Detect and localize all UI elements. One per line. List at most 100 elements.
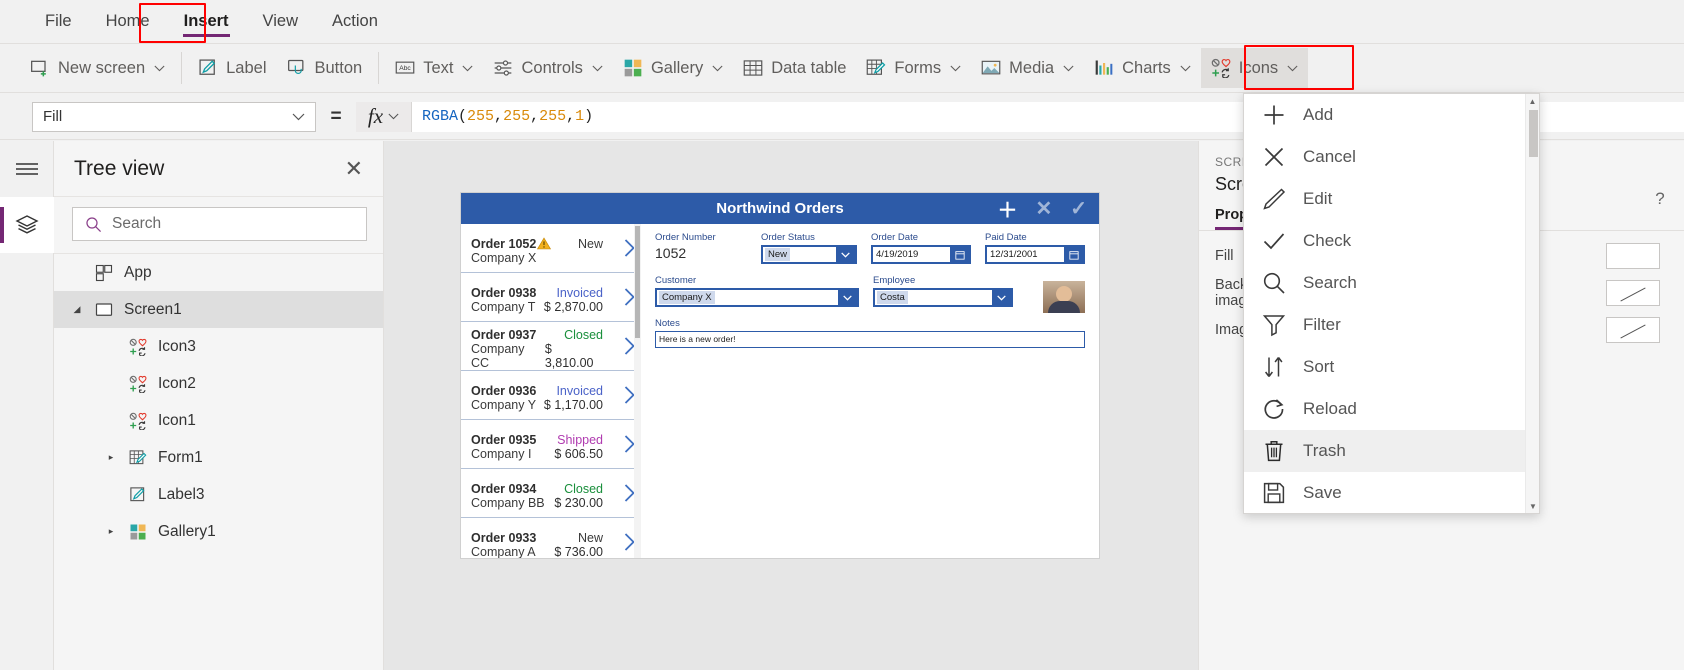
employee-avatar	[1043, 281, 1085, 313]
ribbon-button-charts[interactable]: Charts	[1084, 48, 1201, 88]
add-order-icon[interactable]: ＋	[997, 194, 1017, 223]
ribbon-button-media[interactable]: Media	[971, 48, 1084, 88]
tree-view-header: Tree view ✕	[54, 141, 383, 197]
menu-item-insert[interactable]: Insert	[167, 0, 246, 43]
icons-menu-item-label: Save	[1303, 483, 1342, 502]
ribbon-button-icons[interactable]: Icons	[1200, 48, 1309, 88]
tree-item-label: Icon1	[158, 411, 196, 429]
icons-menu-item-sort[interactable]: Sort	[1244, 346, 1527, 388]
chevron-down-icon	[712, 65, 723, 72]
tree-item-icon2[interactable]: Icon2	[54, 365, 383, 402]
tree-item-gallery1[interactable]: ▸ Gallery1	[54, 513, 383, 550]
calendar-icon[interactable]	[1064, 247, 1083, 262]
order-number: Order 0938	[471, 285, 537, 300]
gallery-scroll-thumb[interactable]	[635, 226, 640, 338]
order-date-input[interactable]: 4/19/2019	[871, 245, 971, 264]
icons-menu-item-filter[interactable]: Filter	[1244, 304, 1527, 346]
search-icon	[85, 216, 102, 233]
ribbon-button-data-table[interactable]: Data table	[733, 48, 856, 88]
tree-item-label: Label3	[158, 485, 205, 503]
calendar-icon[interactable]	[950, 247, 969, 262]
gallery-row[interactable]: Order 0933 New Company A $ 736.00	[461, 518, 641, 558]
property-select-value: Fill	[43, 108, 63, 125]
twisty-expanded-icon[interactable]: ◢	[70, 304, 84, 315]
ribbon-button-text[interactable]: Abc Text	[385, 48, 483, 88]
twisty-collapsed-icon[interactable]: ▸	[104, 526, 118, 537]
tree-item-label3[interactable]: Label3	[54, 476, 383, 513]
property-value-swatch[interactable]	[1606, 279, 1660, 306]
tree-view-panel: Tree view ✕ Search App ◢ Screen1 Icon3 Icon2…	[54, 141, 384, 670]
close-icon[interactable]: ✕	[345, 157, 363, 180]
icons-menu-item-search[interactable]: Search	[1244, 262, 1527, 304]
icons-menu-item-save[interactable]: Save	[1244, 472, 1527, 514]
ribbon-button-forms[interactable]: Forms	[856, 48, 971, 88]
gallery-row[interactable]: Order 0935 Shipped Company I $ 606.50	[461, 420, 641, 469]
icons-menu-item-check[interactable]: Check	[1244, 220, 1527, 262]
hamburger-menu-button[interactable]	[0, 141, 54, 197]
chevron-down-icon[interactable]	[836, 247, 855, 262]
ribbon-button-label[interactable]: Label	[188, 48, 276, 88]
customer-dropdown[interactable]: Company X	[655, 288, 859, 307]
tree-item-icon1[interactable]: Icon1	[54, 402, 383, 439]
hamburger-icon	[15, 161, 39, 177]
menu-item-action[interactable]: Action	[315, 0, 395, 43]
order-number: Order 0934	[471, 481, 537, 496]
order-number: Order 0937	[471, 327, 537, 342]
pencil-icon	[1261, 187, 1287, 211]
tree-item-screen1[interactable]: ◢ Screen1	[54, 291, 383, 328]
order-status: Closed	[564, 481, 603, 496]
menu-item-view[interactable]: View	[246, 0, 315, 43]
chevron-down-icon	[388, 113, 399, 120]
order-status-dropdown[interactable]: New	[761, 245, 857, 264]
rail-item-tree-view[interactable]	[0, 197, 54, 253]
layers-icon	[15, 213, 39, 237]
tree-item-icon3[interactable]: Icon3	[54, 328, 383, 365]
dropdown-scroll-thumb[interactable]	[1529, 110, 1538, 157]
help-icon[interactable]: ?	[1646, 185, 1674, 213]
twisty-collapsed-icon[interactable]: ▸	[104, 452, 118, 463]
confirm-order-icon[interactable]: ✓	[1070, 196, 1087, 221]
equals-sign: =	[330, 105, 342, 127]
dropdown-scrollbar[interactable]: ▲ ▼	[1525, 94, 1539, 513]
gallery-row[interactable]: Order 0936 Invoiced Company Y $ 1,170.00	[461, 371, 641, 420]
icons-menu-item-add[interactable]: Add	[1244, 94, 1527, 136]
icons-menu-item-label: Cancel	[1303, 147, 1356, 166]
tree-item-app[interactable]: App	[54, 254, 383, 291]
ribbon-button-label: Data table	[771, 58, 847, 77]
gallery-scrollbar[interactable]	[634, 224, 641, 558]
tree-item-form1[interactable]: ▸ Form1	[54, 439, 383, 476]
property-select[interactable]: Fill	[32, 101, 316, 132]
ribbon-button-controls[interactable]: Controls	[483, 48, 612, 88]
menu-item-file[interactable]: File	[28, 0, 89, 43]
order-status: New	[577, 530, 603, 545]
notes-input[interactable]: Here is a new order!	[655, 331, 1085, 348]
gallery-row[interactable]: Order 0937 Closed Company CC $ 3,810.00	[461, 322, 641, 371]
icons-menu-item-trash[interactable]: Trash	[1244, 430, 1527, 472]
chevron-down-icon[interactable]	[838, 290, 857, 305]
chevron-down-icon[interactable]	[992, 290, 1011, 305]
scroll-up-icon[interactable]: ▲	[1526, 94, 1539, 108]
menu-item-home[interactable]: Home	[89, 0, 167, 43]
formula-token: ,	[530, 108, 540, 125]
icons-menu-item-edit[interactable]: Edit	[1244, 178, 1527, 220]
orders-gallery[interactable]: Order 1052 New Company X Order 0938 Invoiced…	[461, 224, 641, 558]
notes-label: Notes	[655, 318, 680, 329]
scroll-down-icon[interactable]: ▼	[1526, 499, 1540, 513]
property-value-swatch[interactable]	[1606, 242, 1660, 269]
icons-menu-item-reload[interactable]: Reload	[1244, 388, 1527, 430]
search-input[interactable]: Search	[72, 207, 367, 241]
order-number: Order 0933	[471, 530, 537, 545]
gallery-row[interactable]: Order 0938 Invoiced Company T $ 2,870.00	[461, 273, 641, 322]
paid-date-input[interactable]: 12/31/2001	[985, 245, 1085, 264]
order-company: Company BB	[471, 495, 545, 510]
cancel-order-icon[interactable]: ✕	[1035, 196, 1052, 221]
icons-menu-item-cancel[interactable]: Cancel	[1244, 136, 1527, 178]
ribbon-button-button[interactable]: Button	[277, 48, 373, 88]
property-value-swatch[interactable]	[1606, 316, 1660, 343]
ribbon-button-new-screen[interactable]: New screen	[20, 48, 175, 88]
gallery-row[interactable]: Order 0934 Closed Company BB $ 230.00	[461, 469, 641, 518]
employee-dropdown[interactable]: Costa	[873, 288, 1013, 307]
ribbon-button-gallery[interactable]: Gallery	[613, 48, 733, 88]
fx-button[interactable]: fx	[356, 101, 412, 132]
gallery-row[interactable]: Order 1052 New Company X	[461, 224, 641, 273]
